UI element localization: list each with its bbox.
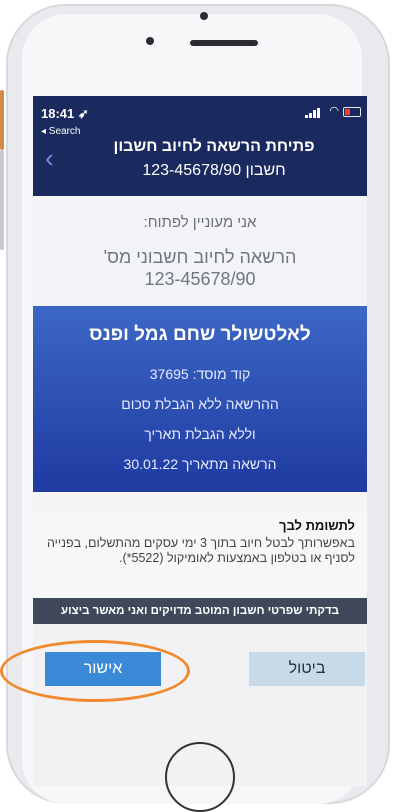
signal-bar bbox=[313, 110, 316, 118]
amount-limit: ההרשאה ללא הגבלת סכום bbox=[121, 396, 279, 412]
approve-highlight-circle bbox=[0, 640, 190, 702]
notice-title: לתשומת לבך bbox=[278, 518, 355, 533]
institution-code: קוד מוסד: 37695 bbox=[149, 366, 251, 382]
battery-icon bbox=[343, 107, 361, 117]
status-time: 18:41 ➶ bbox=[41, 106, 89, 121]
request-summary-card: אני מעוניין לפתוח: 'הרשאה לחיוב חשבוני מ… bbox=[33, 196, 367, 306]
spacer bbox=[33, 492, 367, 512]
side-button bbox=[0, 150, 4, 250]
page-title: פתיחת הרשאה לחיוב חשבון bbox=[113, 138, 315, 155]
home-button[interactable] bbox=[165, 742, 235, 812]
start-date: הרשאה מתאריך 30.01.22 bbox=[123, 456, 277, 472]
mandate-account: 123-45678/90 bbox=[144, 269, 256, 289]
side-button bbox=[0, 90, 4, 150]
confirmation-statement: בדקתי שפרטי חשבון המוטב מדויקים ואני מאש… bbox=[33, 598, 367, 624]
wifi-icon: ◠ bbox=[329, 105, 339, 117]
beneficiary-card: לאלטשולר שחם גמל ופנס קוד מוסד: 37695 הה… bbox=[33, 306, 367, 492]
notice-body: באפשרותך לבטל חיוב בתוך 3 ימי עסקים מהתש… bbox=[46, 536, 355, 565]
front-camera bbox=[146, 37, 154, 45]
notice-section: לתשומת לבך באפשרותך לבטל חיוב בתוך 3 ימי… bbox=[33, 512, 367, 598]
beneficiary-name: לאלטשולר שחם גמל ופנס bbox=[89, 324, 311, 345]
mandate-description: 'הרשאה לחיוב חשבוני מס 123-45678/90 bbox=[33, 246, 367, 290]
navigation-bar: 18:41 ➶ ◂ Search ◠ ‹ פתיחת הרשאה לחיוב ח… bbox=[33, 96, 367, 196]
proximity-sensor bbox=[200, 12, 208, 20]
earpiece-speaker bbox=[190, 40, 258, 46]
status-icons: ◠ bbox=[305, 106, 361, 118]
mandate-line: 'הרשאה לחיוב חשבוני מס bbox=[103, 247, 297, 267]
interest-label: אני מעוניין לפתוח: bbox=[143, 214, 257, 231]
back-chevron-icon[interactable]: ‹ bbox=[45, 145, 65, 171]
signal-bar bbox=[309, 113, 312, 118]
back-to-app-link[interactable]: ◂ Search bbox=[41, 126, 80, 137]
page-subtitle: חשבון 123-45678/90 bbox=[142, 162, 286, 179]
cancel-button[interactable]: ביטול bbox=[249, 652, 365, 686]
date-limit: וללא הגבלת תאריך bbox=[144, 426, 256, 442]
signal-bar bbox=[317, 108, 320, 118]
signal-bar bbox=[305, 115, 308, 118]
location-arrow-icon: ➶ bbox=[77, 106, 89, 121]
